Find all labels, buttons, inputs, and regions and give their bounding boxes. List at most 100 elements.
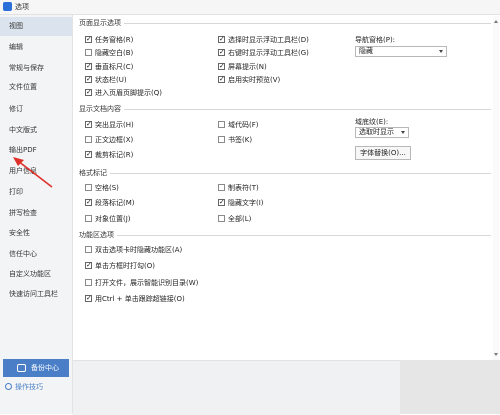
checkbox-bookmarks[interactable]: 书签(K) [218,135,252,145]
checkbox-hidden-text[interactable]: 隐藏文字(I) [218,197,264,208]
checkbox-label: 裁剪标记(R) [95,151,134,159]
sidebar-item-print[interactable]: 打印 [0,183,72,202]
checkbox-box[interactable] [218,215,225,222]
checkbox-box[interactable] [85,293,92,303]
checkbox-box[interactable] [85,74,92,84]
checkbox-live-preview[interactable]: 启用实时预览(V) [218,74,280,85]
checkbox-box[interactable] [85,260,92,270]
checkbox-click-box-check[interactable]: 单击方框时打勾(O) [85,260,155,271]
sidebar-item-trust-center[interactable]: 信任中心 [0,245,72,264]
backup-center-label: 备份中心 [31,364,59,372]
checkbox-hide-blank[interactable]: 隐藏空白(B) [85,48,133,58]
checkbox-ctrl-click-hyperlink[interactable]: 用Ctrl + 单击跟踪超链接(O) [85,293,185,304]
scroll-down-arrow-icon[interactable] [494,353,498,356]
checkbox-label: 隐藏空白(B) [95,49,134,57]
checkbox-label: 进入页眉页脚提示(Q) [95,89,162,97]
checkbox-object-anchors[interactable]: 对象位置(J) [85,214,131,224]
checkbox-box[interactable] [85,34,92,44]
checkbox-field-codes[interactable]: 域代码(F) [218,120,259,130]
section-divider [79,235,491,236]
sidebar-item-revision[interactable]: 修订 [0,100,72,119]
checkbox-label: 段落标记(M) [95,199,135,207]
checkbox-double-click-hide-ribbon[interactable]: 双击选项卡时隐藏功能区(A) [85,245,182,255]
checkbox-label: 任务窗格(R) [95,36,134,44]
checkbox-crop-marks[interactable]: 裁剪标记(R) [85,149,134,160]
checkbox-label: 屏幕提示(N) [228,63,267,71]
section-divider [79,173,491,174]
sidebar-item-view[interactable]: 视图 [0,17,72,36]
checkbox-box[interactable] [218,197,225,207]
checkbox-vertical-ruler[interactable]: 垂直标尺(C) [85,61,133,72]
checkbox-task-pane[interactable]: 任务窗格(R) [85,34,134,45]
checkbox-label: 打开文件，展示智能识别目录(W) [95,279,199,287]
checkbox-label: 双击选项卡时隐藏功能区(A) [95,246,183,254]
checkbox-box[interactable] [85,279,92,286]
checkbox-box[interactable] [85,49,92,56]
checkbox-box[interactable] [85,136,92,143]
checkbox-label: 对象位置(J) [95,215,131,223]
sidebar-item-file-location[interactable]: 文件位置 [0,78,72,97]
section-divider [79,23,491,24]
checkbox-text-border[interactable]: 正文边框(X) [85,135,133,145]
checkbox-label: 选择时显示浮动工具栏(D) [228,36,309,44]
checkbox-box[interactable] [218,47,225,57]
checkbox-paragraph-marks[interactable]: 段落标记(M) [85,197,135,208]
checkbox-float-toolbar-select[interactable]: 选择时显示浮动工具栏(D) [218,34,309,45]
checkbox-label: 状态栏(U) [95,76,127,84]
checkbox-box[interactable] [218,34,225,44]
checkbox-highlight[interactable]: 突出显示(H) [85,119,134,130]
checkbox-box[interactable] [218,121,225,128]
options-panel: 页面显示选项 任务窗格(R) 隐藏空白(B) 垂直标尺(C) 状态栏(U) 进入… [73,15,500,360]
checkbox-box[interactable] [85,215,92,222]
checkbox-box[interactable] [85,184,92,191]
sidebar-item-edit[interactable]: 编辑 [0,38,72,57]
field-shading-value: 选取时显示 [359,128,394,136]
checkbox-box[interactable] [85,87,92,97]
checkbox-box[interactable] [85,246,92,253]
checkbox-float-toolbar-right-click[interactable]: 右键时显示浮动工具栏(G) [218,47,309,58]
checkbox-label: 隐藏文字(I) [228,199,264,207]
sidebar-item-chinese-layout[interactable]: 中文版式 [0,121,72,140]
checkbox-box[interactable] [218,184,225,191]
section-title-page-display: 页面显示选项 [79,18,124,28]
sidebar-item-quick-access[interactable]: 快速访问工具栏 [0,285,72,304]
checkbox-box[interactable] [85,197,92,207]
sidebar: 视图 编辑 常规与保存 文件位置 修订 中文版式 输出PDF 用户信息 打印 拼… [0,15,73,414]
backup-icon [17,364,26,372]
checkbox-box[interactable] [85,119,92,129]
nav-pane-value: 隐藏 [359,47,373,55]
sidebar-item-spell-check[interactable]: 拼写检查 [0,204,72,223]
sidebar-item-security[interactable]: 安全性 [0,224,72,243]
checkbox-box[interactable] [218,136,225,143]
sidebar-item-custom-ribbon[interactable]: 自定义功能区 [0,265,72,284]
checkbox-label: 全部(L) [228,215,252,223]
scroll-up-arrow-icon[interactable] [494,20,498,23]
checkbox-box[interactable] [85,149,92,159]
sidebar-item-general-save[interactable]: 常规与保存 [0,59,72,78]
checkbox-header-footer-tip[interactable]: 进入页眉页脚提示(Q) [85,87,162,98]
checkbox-screen-tips[interactable]: 屏幕提示(N) [218,61,267,72]
chevron-down-icon [439,50,443,53]
checkbox-box[interactable] [218,74,225,84]
checkbox-all-marks[interactable]: 全部(L) [218,214,251,224]
checkbox-smart-toc[interactable]: 打开文件，展示智能识别目录(W) [85,278,198,288]
field-shading-label: 域底纹(E): [355,118,389,126]
font-replace-button[interactable]: 字体替换(O)... [355,146,411,160]
section-title-ribbon: 功能区选项 [79,230,117,240]
checkbox-tabs[interactable]: 制表符(T) [218,183,259,193]
checkbox-status-bar[interactable]: 状态栏(U) [85,74,127,85]
vertical-scrollbar[interactable] [493,16,499,360]
checkbox-spaces[interactable]: 空格(S) [85,183,119,193]
nav-pane-dropdown[interactable]: 隐藏 [355,46,447,57]
sidebar-item-user-info[interactable]: 用户信息 [0,162,72,181]
sidebar-item-export-pdf[interactable]: 输出PDF [0,141,72,160]
tips-link[interactable]: 操作技巧 [5,382,43,392]
checkbox-label: 域代码(F) [228,121,259,129]
field-shading-dropdown[interactable]: 选取时显示 [355,127,409,138]
tips-label: 操作技巧 [15,383,43,391]
title-bar: 选项 [0,0,500,15]
checkbox-box[interactable] [218,61,225,71]
checkbox-box[interactable] [85,61,92,71]
backup-center-button[interactable]: 备份中心 [3,359,69,377]
app-logo-icon [3,2,12,11]
